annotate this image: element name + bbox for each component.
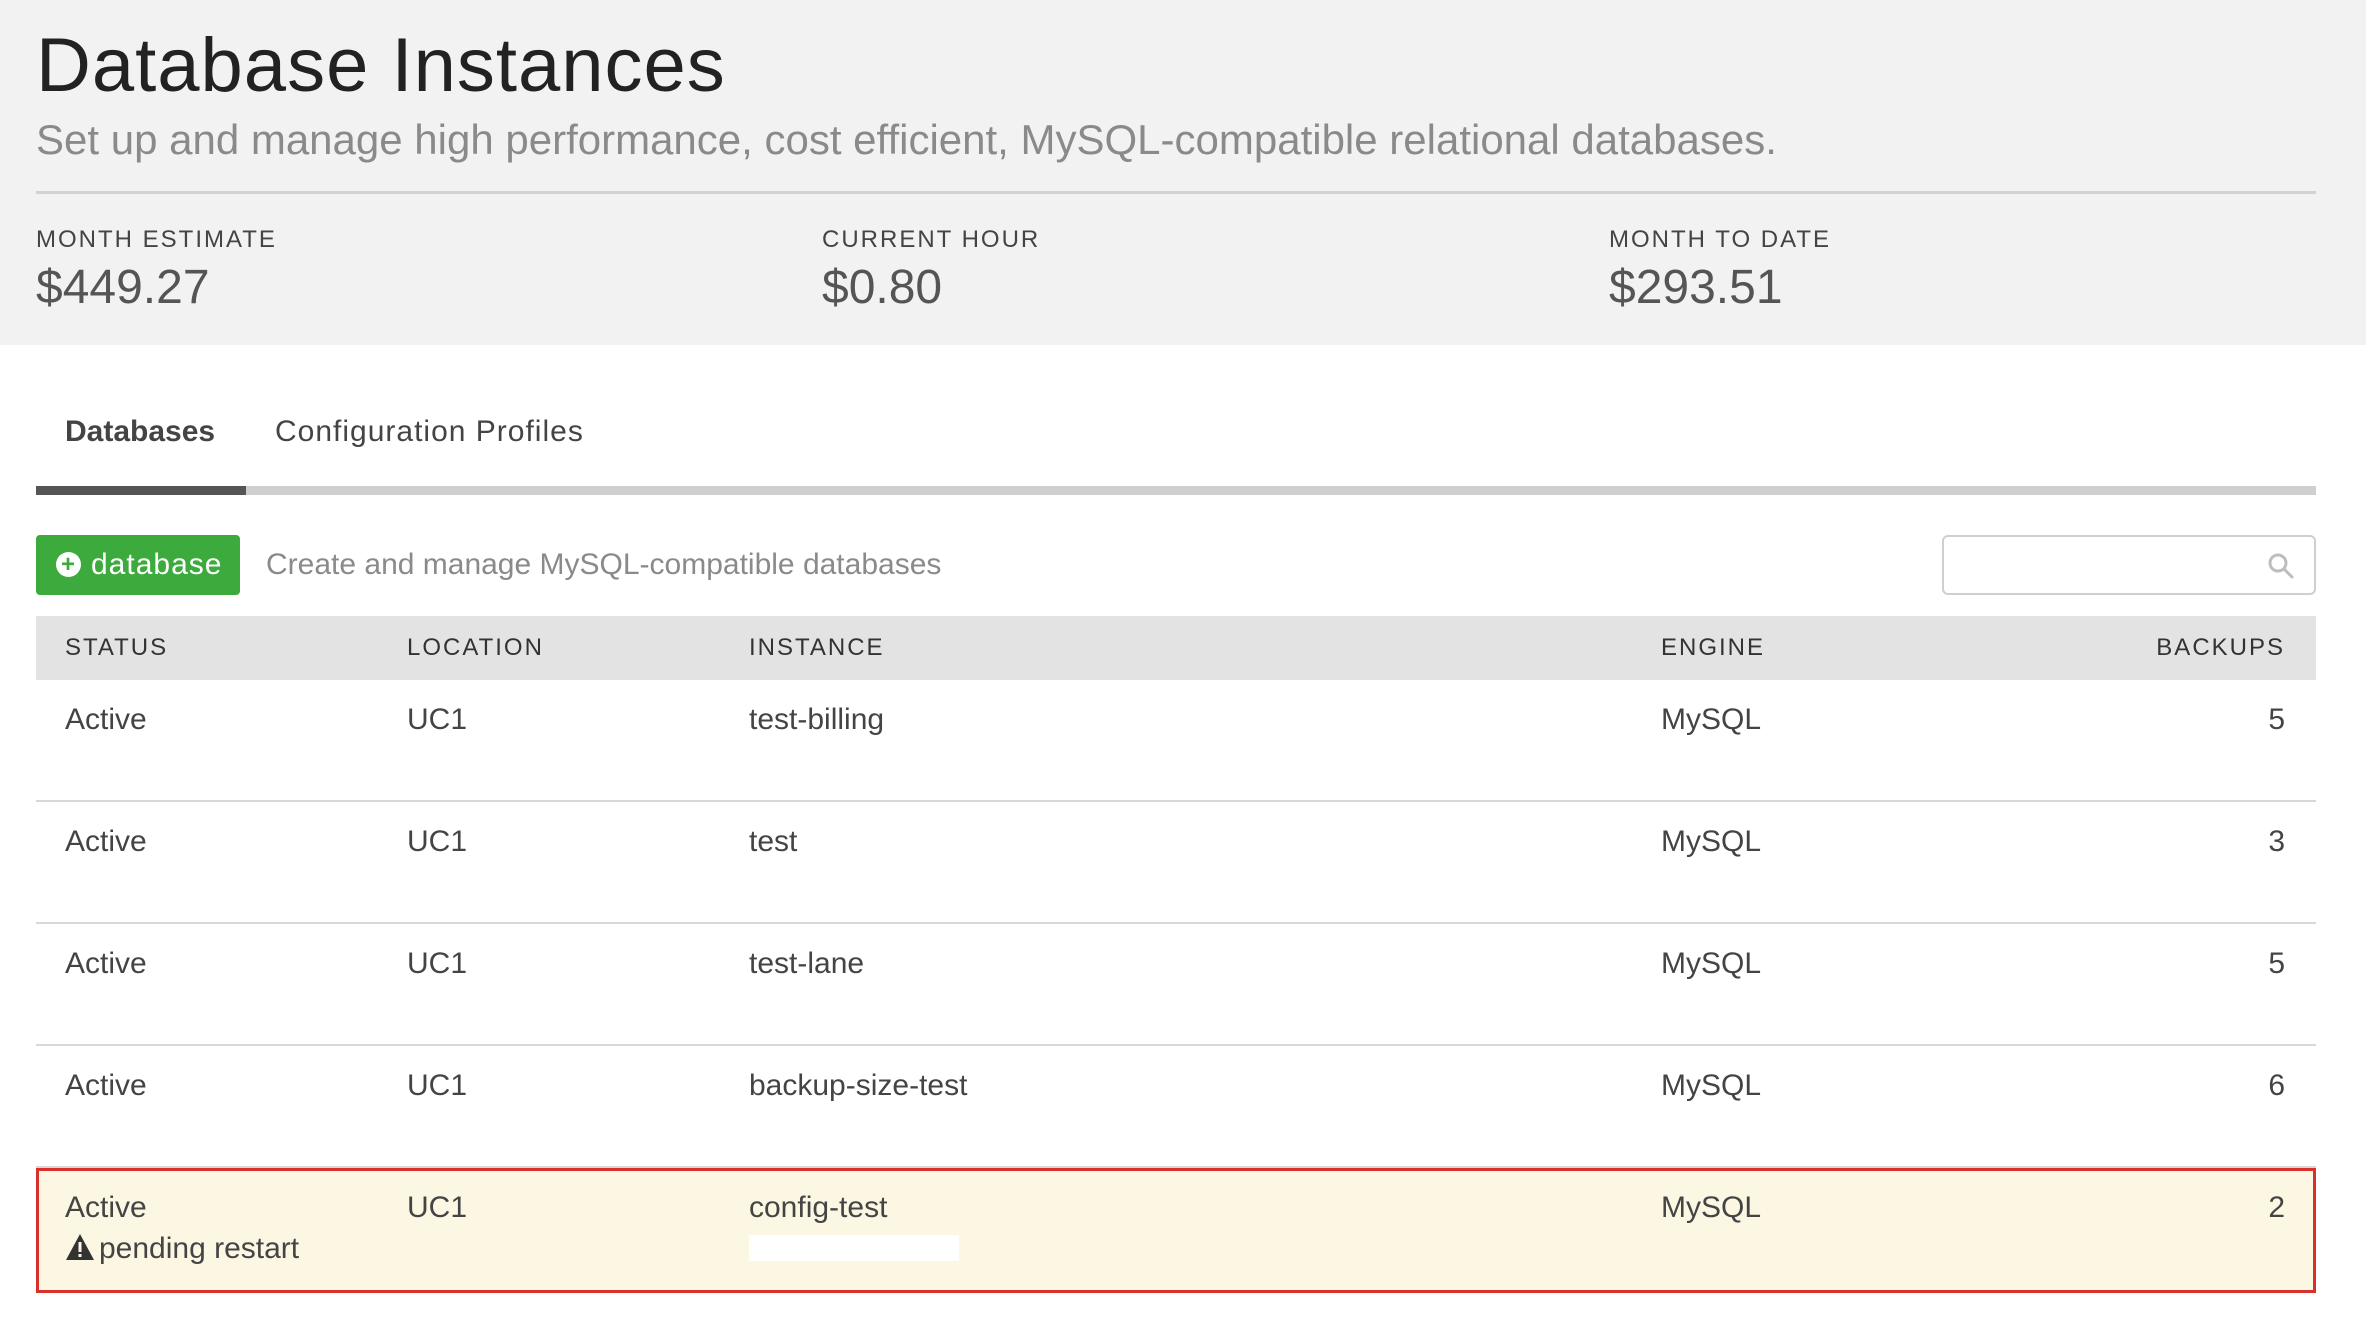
search-input[interactable] [1956,537,2260,591]
cell-backups: 3 [2268,825,2285,858]
column-header-instance[interactable]: INSTANCE [749,616,885,680]
stat-label: MONTH TO DATE [1609,226,1832,253]
header-divider [36,191,2316,194]
cell-instance[interactable]: test [749,822,797,862]
cell-location: UC1 [407,825,468,858]
table-row[interactable]: Active UC1 backup-size-test MySQL 6 [36,1046,2316,1168]
page-header: Database Instances Set up and manage hig… [0,0,2366,345]
warning-icon [66,1234,94,1260]
cell-backups: 5 [2268,703,2285,736]
cell-backups: 5 [2268,947,2285,980]
cell-status: Active [65,825,147,858]
search-box [1942,535,2316,595]
stat-month-to-date: MONTH TO DATE $293.51 [1609,224,1831,318]
cell-instance[interactable]: config-test [749,1188,887,1228]
column-header-location[interactable]: LOCATION [407,616,544,680]
cell-location: UC1 [407,947,468,980]
stat-label: MONTH ESTIMATE [36,226,277,253]
table-row[interactable]: Active UC1 test-billing MySQL 5 [36,680,2316,802]
tab-track [36,486,2316,495]
add-database-label: database [91,548,223,581]
toolbar: + database Create and manage MySQL-compat… [36,535,2316,595]
stat-month-estimate: MONTH ESTIMATE $449.27 [36,224,277,318]
cell-instance[interactable]: backup-size-test [749,1066,967,1106]
cell-engine: MySQL [1661,703,1762,736]
column-header-engine[interactable]: ENGINE [1661,616,1765,680]
stat-label: CURRENT HOUR [822,226,1041,253]
cell-location: UC1 [407,703,468,736]
column-header-status[interactable]: STATUS [65,616,168,680]
cell-status: Active [65,1069,147,1102]
add-database-button[interactable]: + database [36,535,240,595]
table-row[interactable]: Active UC1 test MySQL 3 [36,802,2316,924]
toolbar-description: Create and manage MySQL-compatible datab… [266,548,942,581]
search-icon[interactable] [2266,551,2296,581]
cell-engine: MySQL [1661,947,1762,980]
redacted-field [749,1235,959,1261]
plus-circle-icon: + [56,552,81,577]
cell-engine: MySQL [1661,1069,1762,1102]
cell-backups: 2 [2268,1191,2285,1224]
tab-databases[interactable]: Databases [65,412,215,452]
tab-configuration-profiles[interactable]: Configuration Profiles [275,412,584,452]
cell-engine: MySQL [1661,825,1762,858]
table-row[interactable]: Active UC1 test-lane MySQL 5 [36,924,2316,1046]
pending-restart-label: pending restart [99,1232,300,1265]
cell-location: UC1 [407,1191,468,1224]
cell-instance[interactable]: test-billing [749,700,884,740]
table-row-highlighted[interactable]: Active pending restart UC1 config-test M… [36,1168,2316,1293]
page-title: Database Instances [36,23,726,108]
stat-value: $0.80 [822,261,943,314]
pending-restart-status: pending restart [65,1229,299,1269]
table-header: STATUS LOCATION INSTANCE ENGINE BACKUPS [36,616,2316,680]
page-subtitle: Set up and manage high performance, cost… [36,116,1777,163]
cell-engine: MySQL [1661,1191,1762,1224]
databases-table: STATUS LOCATION INSTANCE ENGINE BACKUPS … [36,616,2316,1293]
stat-value: $449.27 [36,261,210,314]
stat-value: $293.51 [1609,261,1783,314]
cost-stats: MONTH ESTIMATE $449.27 CURRENT HOUR $0.8… [36,224,2316,324]
tab-active-indicator [36,486,246,495]
cell-status: Active [65,947,147,980]
cell-backups: 6 [2268,1069,2285,1102]
cell-instance[interactable]: test-lane [749,944,864,984]
cell-status: Active [65,703,147,736]
cell-location: UC1 [407,1069,468,1102]
stat-current-hour: CURRENT HOUR $0.80 [822,224,1040,318]
cell-status: Active [65,1191,147,1224]
column-header-backups[interactable]: BACKUPS [2156,616,2285,680]
tab-bar: Databases Configuration Profiles [36,345,2316,495]
